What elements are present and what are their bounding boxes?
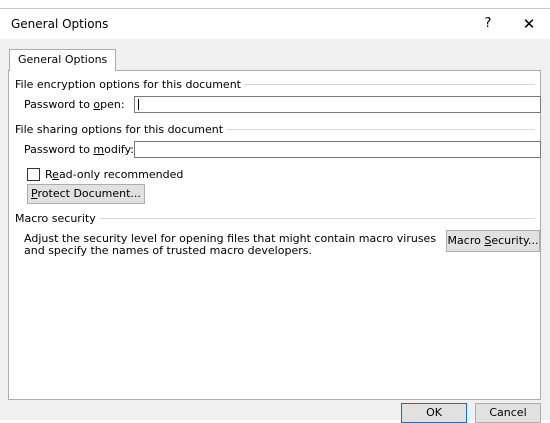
label-text: Password to bbox=[24, 98, 94, 111]
general-options-dialog: General Options ? ✕ General Options File… bbox=[0, 8, 550, 423]
macro-group-heading: Macro security bbox=[15, 211, 535, 225]
label-text: ad-only recommended bbox=[58, 168, 184, 181]
cancel-button[interactable]: Cancel bbox=[475, 403, 541, 423]
close-button[interactable]: ✕ bbox=[508, 11, 550, 37]
help-button[interactable]: ? bbox=[468, 11, 508, 37]
password-modify-label: Password to modify: bbox=[24, 143, 134, 156]
access-key: m bbox=[93, 143, 105, 156]
group-divider bbox=[99, 217, 535, 219]
encryption-heading-text: File encryption options for this documen… bbox=[15, 77, 241, 91]
label-text: ecurity... bbox=[491, 234, 539, 247]
password-open-label: Password to open: bbox=[24, 98, 125, 111]
protect-document-button[interactable]: Protect Document... bbox=[27, 184, 145, 204]
macro-security-button[interactable]: Macro Security... bbox=[446, 230, 540, 252]
group-divider bbox=[227, 128, 535, 130]
label-text: pen: bbox=[100, 98, 125, 111]
sharing-heading-text: File sharing options for this document bbox=[15, 122, 224, 136]
group-divider bbox=[244, 83, 535, 85]
tab-panel: File encryption options for this documen… bbox=[8, 70, 541, 400]
encryption-group-heading: File encryption options for this documen… bbox=[15, 77, 535, 91]
label-text: Password to bbox=[24, 143, 94, 156]
access-key: e bbox=[52, 168, 59, 181]
dialog-title: General Options bbox=[11, 17, 109, 31]
readonly-checkbox[interactable] bbox=[27, 168, 40, 181]
readonly-label[interactable]: Read-only recommended bbox=[45, 168, 183, 181]
text-caret bbox=[138, 99, 139, 110]
title-bar: General Options ? ✕ bbox=[0, 9, 550, 39]
label-text: Macro bbox=[447, 234, 485, 247]
macro-description: Adjust the security level for opening fi… bbox=[24, 232, 437, 257]
tab-general-options[interactable]: General Options bbox=[9, 49, 117, 71]
password-modify-input[interactable] bbox=[134, 141, 541, 158]
label-text: rotect Document... bbox=[37, 187, 141, 200]
password-open-input[interactable] bbox=[134, 96, 541, 113]
sharing-group-heading: File sharing options for this document bbox=[15, 122, 535, 136]
macro-heading-text: Macro security bbox=[15, 211, 96, 225]
ok-button[interactable]: OK bbox=[401, 403, 467, 423]
label-text: odify: bbox=[104, 143, 135, 156]
